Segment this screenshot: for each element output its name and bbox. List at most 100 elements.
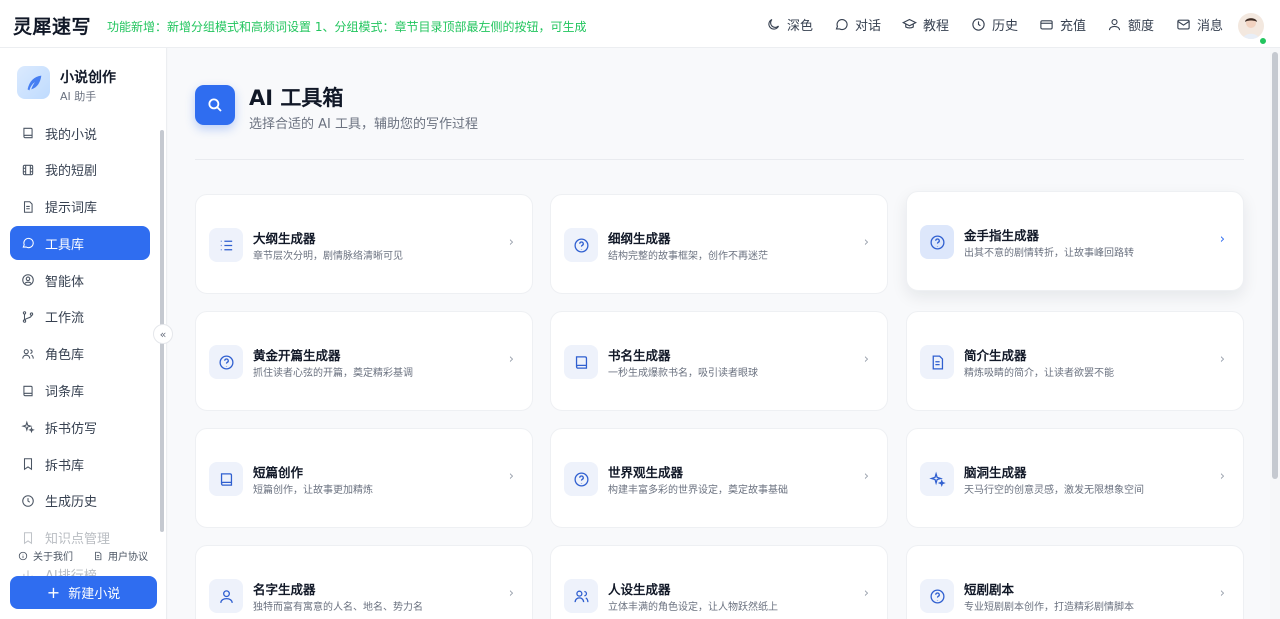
- card-icon: [1040, 19, 1053, 29]
- agent-icon: [22, 274, 34, 286]
- tool-card-book-title[interactable]: 书名生成器 一秒生成爆款书名，吸引读者眼球 ›: [550, 311, 888, 411]
- sidebar-item-my-novels[interactable]: 我的小说: [10, 116, 150, 150]
- nav-messages[interactable]: 消息: [1176, 15, 1223, 34]
- sidebar-item-label: 工具库: [45, 237, 85, 253]
- info-icon: [18, 551, 28, 560]
- mail-icon: [1177, 19, 1190, 29]
- tool-card-golden-finger[interactable]: 金手指生成器 出其不意的剧情转折，让故事峰回路转 ›: [906, 191, 1244, 291]
- new-novel-button[interactable]: + 新建小说: [10, 576, 157, 609]
- nav-quota[interactable]: 额度: [1107, 15, 1154, 34]
- tool-card-outline[interactable]: 大纲生成器 章节层次分明，剧情脉络清晰可见 ›: [195, 194, 533, 294]
- chevron-right-icon: ›: [1219, 469, 1225, 484]
- sidebar-item-label: 拆书仿写: [45, 421, 98, 437]
- nav-dark-mode[interactable]: 深色: [766, 15, 813, 34]
- book-icon: [23, 127, 33, 139]
- quill-icon: [27, 75, 41, 90]
- question-circle-icon: [564, 228, 598, 262]
- file-text-icon: [920, 345, 954, 379]
- nav-label: 对话: [855, 18, 882, 34]
- tool-card-drama-script[interactable]: 短剧剧本 专业短剧剧本创作，打造精彩剧情脚本 ›: [906, 545, 1244, 619]
- chevron-right-icon: ›: [508, 352, 514, 367]
- tool-card-character-design[interactable]: 人设生成器 立体丰满的角色设定，让人物跃然纸上 ›: [550, 545, 888, 619]
- about-label: 关于我们: [33, 552, 73, 563]
- chevron-right-icon: ›: [1219, 352, 1225, 367]
- chevron-right-icon: ›: [1219, 586, 1225, 601]
- nav-label: 额度: [1128, 18, 1155, 34]
- nav-label: 历史: [992, 18, 1019, 34]
- tool-card-names[interactable]: 名字生成器 独特而富有寓意的人名、地名、势力名 ›: [195, 545, 533, 619]
- nav-label: 充值: [1060, 18, 1087, 34]
- user-avatar[interactable]: [1238, 13, 1264, 39]
- chevrons-left-icon: «: [159, 327, 167, 341]
- sidebar-item-book-imitation[interactable]: 拆书仿写: [10, 410, 150, 444]
- nav-recharge[interactable]: 充值: [1039, 15, 1086, 34]
- chevron-right-icon: ›: [508, 235, 514, 250]
- tool-description: 一秒生成爆款书名，吸引读者眼球: [608, 368, 758, 379]
- document-icon: [23, 200, 33, 213]
- tool-card-worldbuilding[interactable]: 世界观生成器 构建丰富多彩的世界设定，奠定故事基础 ›: [550, 428, 888, 528]
- agreement-link[interactable]: 用户协议: [93, 548, 148, 563]
- nav-label: 消息: [1197, 18, 1224, 34]
- sidebar-item-label: 提示词库: [45, 201, 98, 217]
- chat-bubble-icon: [22, 238, 34, 249]
- brand-logo[interactable]: 灵犀速写: [13, 12, 91, 39]
- sidebar-item-book-library[interactable]: 拆书库: [10, 447, 150, 481]
- nav-chat[interactable]: 对话: [834, 15, 881, 34]
- bookmark-icon: [23, 531, 33, 544]
- chevron-right-icon: ›: [863, 586, 869, 601]
- sparkles-icon: [21, 420, 35, 434]
- nav-label: 深色: [787, 18, 814, 34]
- tool-card-brainstorm[interactable]: 脑洞生成器 天马行空的创意灵感，激发无限想象空间 ›: [906, 428, 1244, 528]
- nav-history[interactable]: 历史: [971, 15, 1018, 34]
- sidebar-item-label: 角色库: [45, 348, 85, 364]
- nav-label: 教程: [923, 18, 950, 34]
- tool-description: 天马行空的创意灵感，激发无限想象空间: [964, 485, 1144, 496]
- sidebar-item-label: 知识点管理: [45, 532, 111, 548]
- sidebar-item-prompts[interactable]: 提示词库: [10, 190, 150, 224]
- feature-notice[interactable]: 功能新增：新增分组模式和高频词设置 1、分组模式：章节目录顶部最左侧的按钮，可生…: [107, 18, 587, 35]
- tool-card-detailed-outline[interactable]: 细纲生成器 结构完整的故事框架，创作不再迷茫 ›: [550, 194, 888, 294]
- chevron-right-icon: ›: [863, 235, 869, 250]
- sidebar-item-label: 工作流: [45, 311, 85, 327]
- sidebar-item-label: 词条库: [45, 385, 85, 401]
- tool-title: 细纲生成器: [608, 231, 671, 246]
- tool-description: 精炼吸睛的简介，让读者欲罢不能: [964, 368, 1114, 379]
- tool-description: 结构完整的故事框架，创作不再迷茫: [608, 251, 768, 262]
- top-bar: 灵犀速写 功能新增：新增分组模式和高频词设置 1、分组模式：章节目录顶部最左侧的…: [0, 0, 1280, 48]
- tool-title: 世界观生成器: [608, 465, 684, 480]
- sidebar-item-workflow[interactable]: 工作流: [10, 300, 150, 334]
- user-icon: [1108, 18, 1121, 30]
- bookmark-icon: [23, 458, 33, 471]
- book-icon: [23, 385, 33, 396]
- user-icon: [209, 579, 243, 613]
- nav-tutorial[interactable]: 教程: [902, 15, 949, 34]
- tool-description: 出其不意的剧情转折，让故事峰回路转: [964, 248, 1134, 259]
- tool-card-synopsis[interactable]: 简介生成器 精炼吸睛的简介，让读者欲罢不能 ›: [906, 311, 1244, 411]
- sidebar-item-entries[interactable]: 词条库: [10, 374, 150, 408]
- sidebar-footer-links: 关于我们 用户协议: [18, 548, 148, 563]
- chevron-right-icon: ›: [508, 469, 514, 484]
- tool-description: 章节层次分明，剧情脉络清晰可见: [253, 251, 403, 262]
- tool-card-golden-opening[interactable]: 黄金开篇生成器 抓住读者心弦的开篇，奠定精彩基调 ›: [195, 311, 533, 411]
- collapse-sidebar-button[interactable]: «: [153, 324, 173, 344]
- about-link[interactable]: 关于我们: [18, 548, 73, 563]
- tool-card-short-story[interactable]: 短篇创作 短篇创作，让故事更加精炼 ›: [195, 428, 533, 528]
- tool-description: 构建丰富多彩的世界设定，奠定故事基础: [608, 485, 788, 496]
- tool-title: 简介生成器: [964, 348, 1027, 363]
- plus-icon: +: [46, 582, 61, 602]
- moon-icon: [768, 18, 780, 30]
- chevron-right-icon: ›: [508, 586, 514, 601]
- sidebar-item-my-dramas[interactable]: 我的短剧: [10, 153, 150, 187]
- sidebar-item-characters[interactable]: 角色库: [10, 337, 150, 371]
- book-icon: [564, 345, 598, 379]
- new-novel-label: 新建小说: [68, 587, 121, 602]
- question-circle-icon: [209, 345, 243, 379]
- book-icon: [209, 462, 243, 496]
- page-scrollbar[interactable]: [1272, 52, 1278, 479]
- sidebar-item-generation-history[interactable]: 生成历史: [10, 484, 150, 518]
- sidebar-item-tools[interactable]: 工具库: [10, 226, 150, 261]
- app-logo[interactable]: [17, 66, 50, 99]
- sidebar-item-agents[interactable]: 智能体: [10, 263, 150, 297]
- tool-description: 立体丰满的角色设定，让人物跃然纸上: [608, 602, 778, 613]
- chevron-right-icon: ›: [1219, 232, 1225, 247]
